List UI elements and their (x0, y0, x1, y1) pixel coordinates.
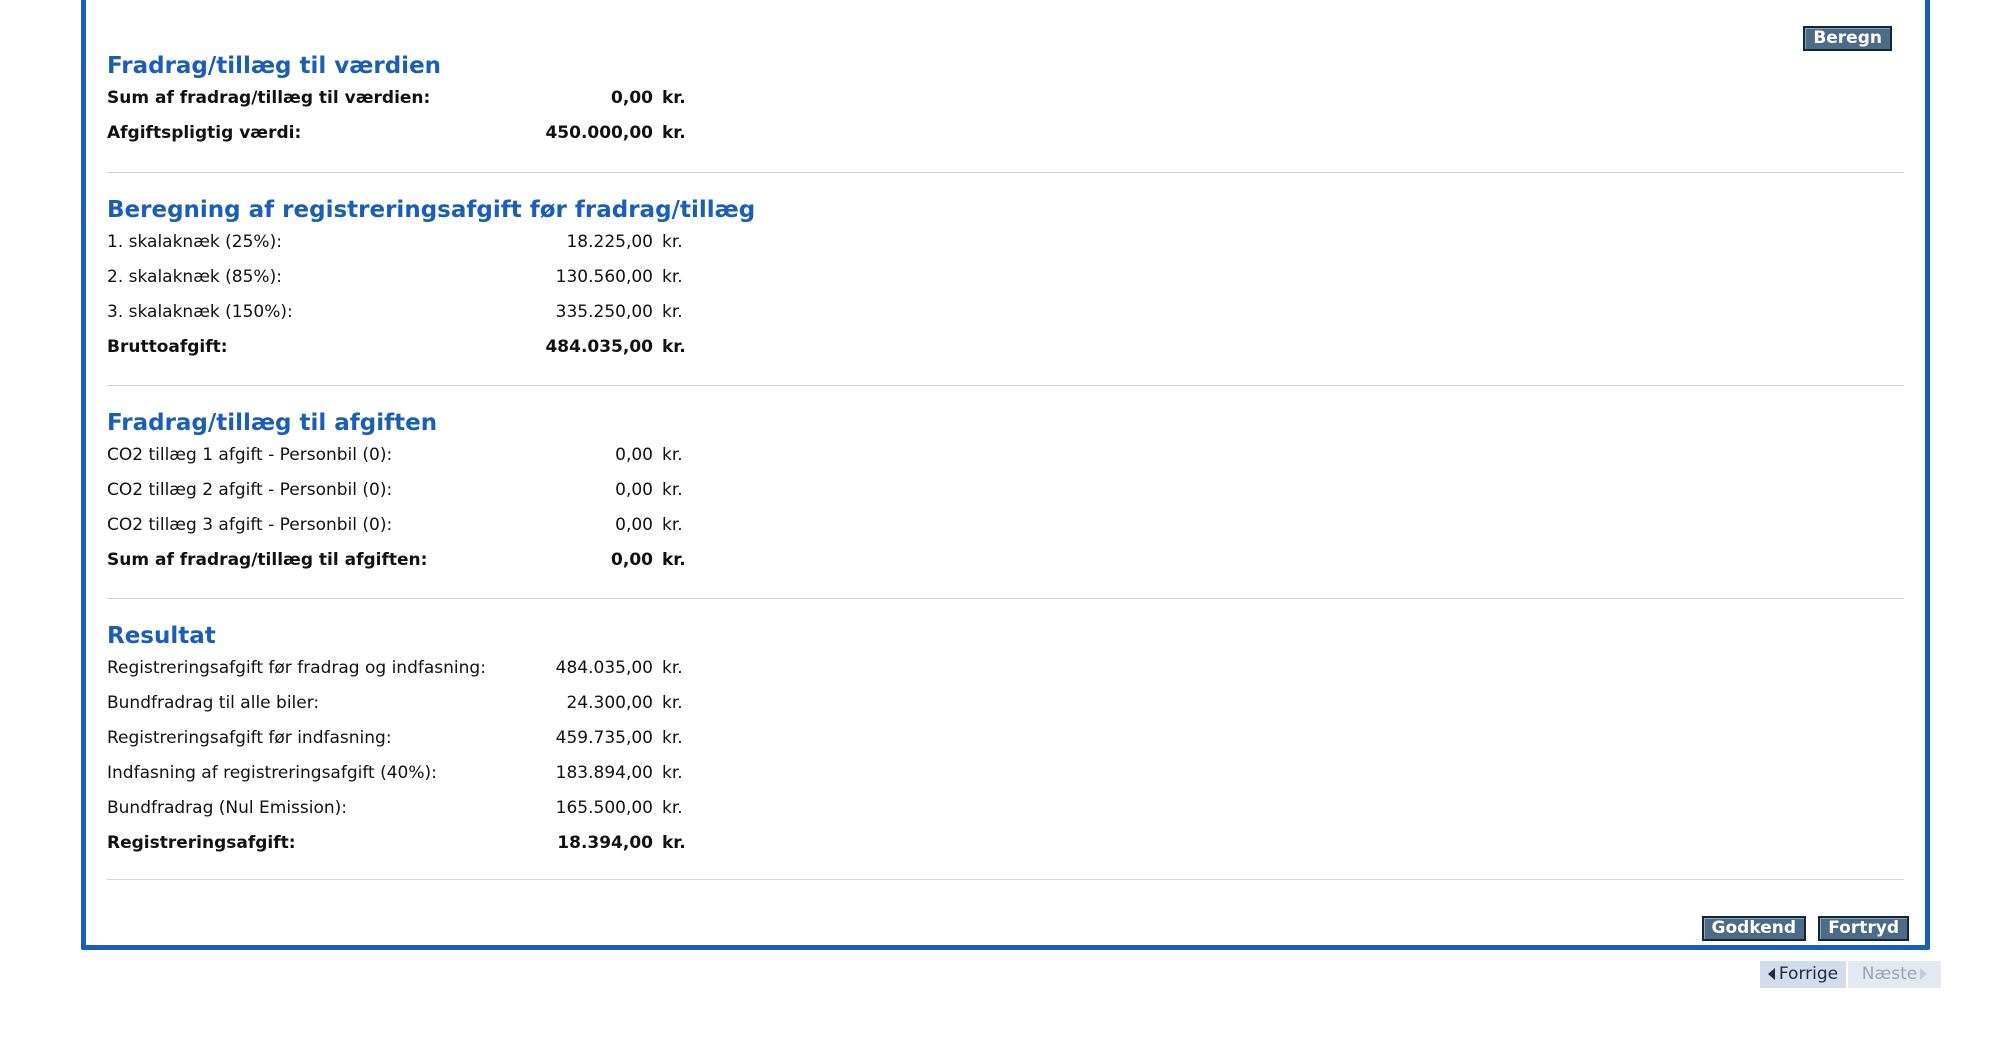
table-row: Bundfradrag (Nul Emission): 165.500,00 k… (107, 791, 1904, 826)
table-row: Bruttoafgift: 484.035,00 kr. (107, 330, 1904, 365)
row-unit: kr. (662, 798, 683, 818)
table-row: 1. skalaknæk (25%): 18.225,00 kr. (107, 225, 1904, 260)
row-value: 484.035,00 (545, 337, 653, 357)
next-label: Næste (1861, 964, 1918, 984)
table-row: 3. skalaknæk (150%): 335.250,00 kr. (107, 295, 1904, 330)
row-label: CO2 tillæg 1 afgift - Personbil (0): (107, 445, 393, 465)
table-row: Registreringsafgift før indfasning: 459.… (107, 721, 1904, 756)
table-row: CO2 tillæg 1 afgift - Personbil (0): 0,0… (107, 438, 1904, 473)
row-value: 130.560,00 (555, 267, 653, 287)
table-row: Registreringsafgift: 18.394,00 kr. (107, 826, 1904, 861)
row-label: Sum af fradrag/tillæg til afgiften: (107, 550, 428, 570)
godkend-button[interactable]: Godkend (1701, 916, 1806, 941)
row-value: 183.894,00 (555, 763, 653, 783)
section-resultat: Resultat Registreringsafgift før fradrag… (107, 621, 1904, 861)
row-value: 0,00 (615, 515, 653, 535)
row-label: CO2 tillæg 3 afgift - Personbil (0): (107, 515, 393, 535)
row-unit: kr. (662, 728, 683, 748)
table-row: CO2 tillæg 2 afgift - Personbil (0): 0,0… (107, 473, 1904, 508)
row-value: 0,00 (611, 550, 653, 570)
table-row: Sum af fradrag/tillæg til afgiften: 0,00… (107, 543, 1904, 578)
section-title: Resultat (107, 623, 216, 649)
row-label: Registreringsafgift før indfasning: (107, 728, 392, 748)
section-title: Fradrag/tillæg til værdien (107, 53, 442, 79)
row-label: 3. skalaknæk (150%): (107, 302, 293, 322)
previous-button[interactable]: Forrige (1760, 961, 1846, 988)
row-unit: kr. (662, 693, 683, 713)
table-row: Indfasning af registreringsafgift (40%):… (107, 756, 1904, 791)
row-unit: kr. (662, 658, 683, 678)
row-label: Bundfradrag til alle biler: (107, 693, 320, 713)
section-fradrag-vaerdi: Fradrag/tillæg til værdien Sum af fradra… (107, 51, 1904, 151)
row-value: 0,00 (611, 88, 653, 108)
row-unit: kr. (662, 123, 686, 143)
row-value: 18.225,00 (566, 232, 653, 252)
row-value: 18.394,00 (557, 833, 653, 853)
row-label: Bundfradrag (Nul Emission): (107, 798, 348, 818)
previous-label: Forrige (1778, 964, 1839, 984)
row-label: Bruttoafgift: (107, 337, 228, 357)
row-label: 2. skalaknæk (85%): (107, 267, 282, 287)
divider (107, 385, 1904, 386)
row-label: Registreringsafgift: (107, 833, 296, 853)
divider (107, 172, 1904, 173)
next-button[interactable]: Næste (1848, 961, 1941, 988)
row-unit: kr. (662, 763, 683, 783)
row-value: 24.300,00 (566, 693, 653, 713)
row-value: 450.000,00 (545, 123, 653, 143)
section-beregning: Beregning af registreringsafgift før fra… (107, 195, 1904, 365)
table-row: Afgiftspligtig værdi: 450.000,00 kr. (107, 116, 1904, 151)
row-value: 0,00 (615, 445, 653, 465)
calculation-content: Fradrag/tillæg til værdien Sum af fradra… (107, 0, 1904, 945)
fortryd-button[interactable]: Fortryd (1818, 916, 1909, 941)
row-label: Sum af fradrag/tillæg til værdien: (107, 88, 431, 108)
triangle-right-icon (1920, 968, 1928, 980)
row-unit: kr. (662, 232, 683, 252)
table-row: Sum af fradrag/tillæg til værdien: 0,00 … (107, 81, 1904, 116)
table-row: 2. skalaknæk (85%): 130.560,00 kr. (107, 260, 1904, 295)
divider (107, 598, 1904, 599)
row-unit: kr. (662, 515, 683, 535)
row-label: 1. skalaknæk (25%): (107, 232, 282, 252)
row-unit: kr. (662, 88, 686, 108)
row-label: Registreringsafgift før fradrag og indfa… (107, 658, 486, 678)
table-row: Registreringsafgift før fradrag og indfa… (107, 651, 1904, 686)
row-label: Afgiftspligtig værdi: (107, 123, 302, 143)
row-label: CO2 tillæg 2 afgift - Personbil (0): (107, 480, 393, 500)
row-unit: kr. (662, 833, 686, 853)
section-title: Fradrag/tillæg til afgiften (107, 410, 438, 436)
divider (107, 879, 1904, 880)
section-title: Beregning af registreringsafgift før fra… (107, 197, 756, 223)
row-unit: kr. (662, 302, 683, 322)
row-unit: kr. (662, 445, 683, 465)
row-value: 165.500,00 (555, 798, 653, 818)
row-value: 459.735,00 (555, 728, 653, 748)
row-unit: kr. (662, 480, 683, 500)
row-value: 484.035,00 (555, 658, 653, 678)
row-unit: kr. (662, 337, 686, 357)
row-value: 0,00 (615, 480, 653, 500)
triangle-left-icon (1767, 968, 1775, 980)
row-unit: kr. (662, 267, 683, 287)
row-unit: kr. (662, 550, 686, 570)
row-label: Indfasning af registreringsafgift (40%): (107, 763, 437, 783)
row-value: 335.250,00 (555, 302, 653, 322)
section-fradrag-afgift: Fradrag/tillæg til afgiften CO2 tillæg 1… (107, 408, 1904, 578)
table-row: CO2 tillæg 3 afgift - Personbil (0): 0,0… (107, 508, 1904, 543)
table-row: Bundfradrag til alle biler: 24.300,00 kr… (107, 686, 1904, 721)
calculation-panel: Beregn Fradrag/tillæg til værdien Sum af… (81, 0, 1930, 950)
